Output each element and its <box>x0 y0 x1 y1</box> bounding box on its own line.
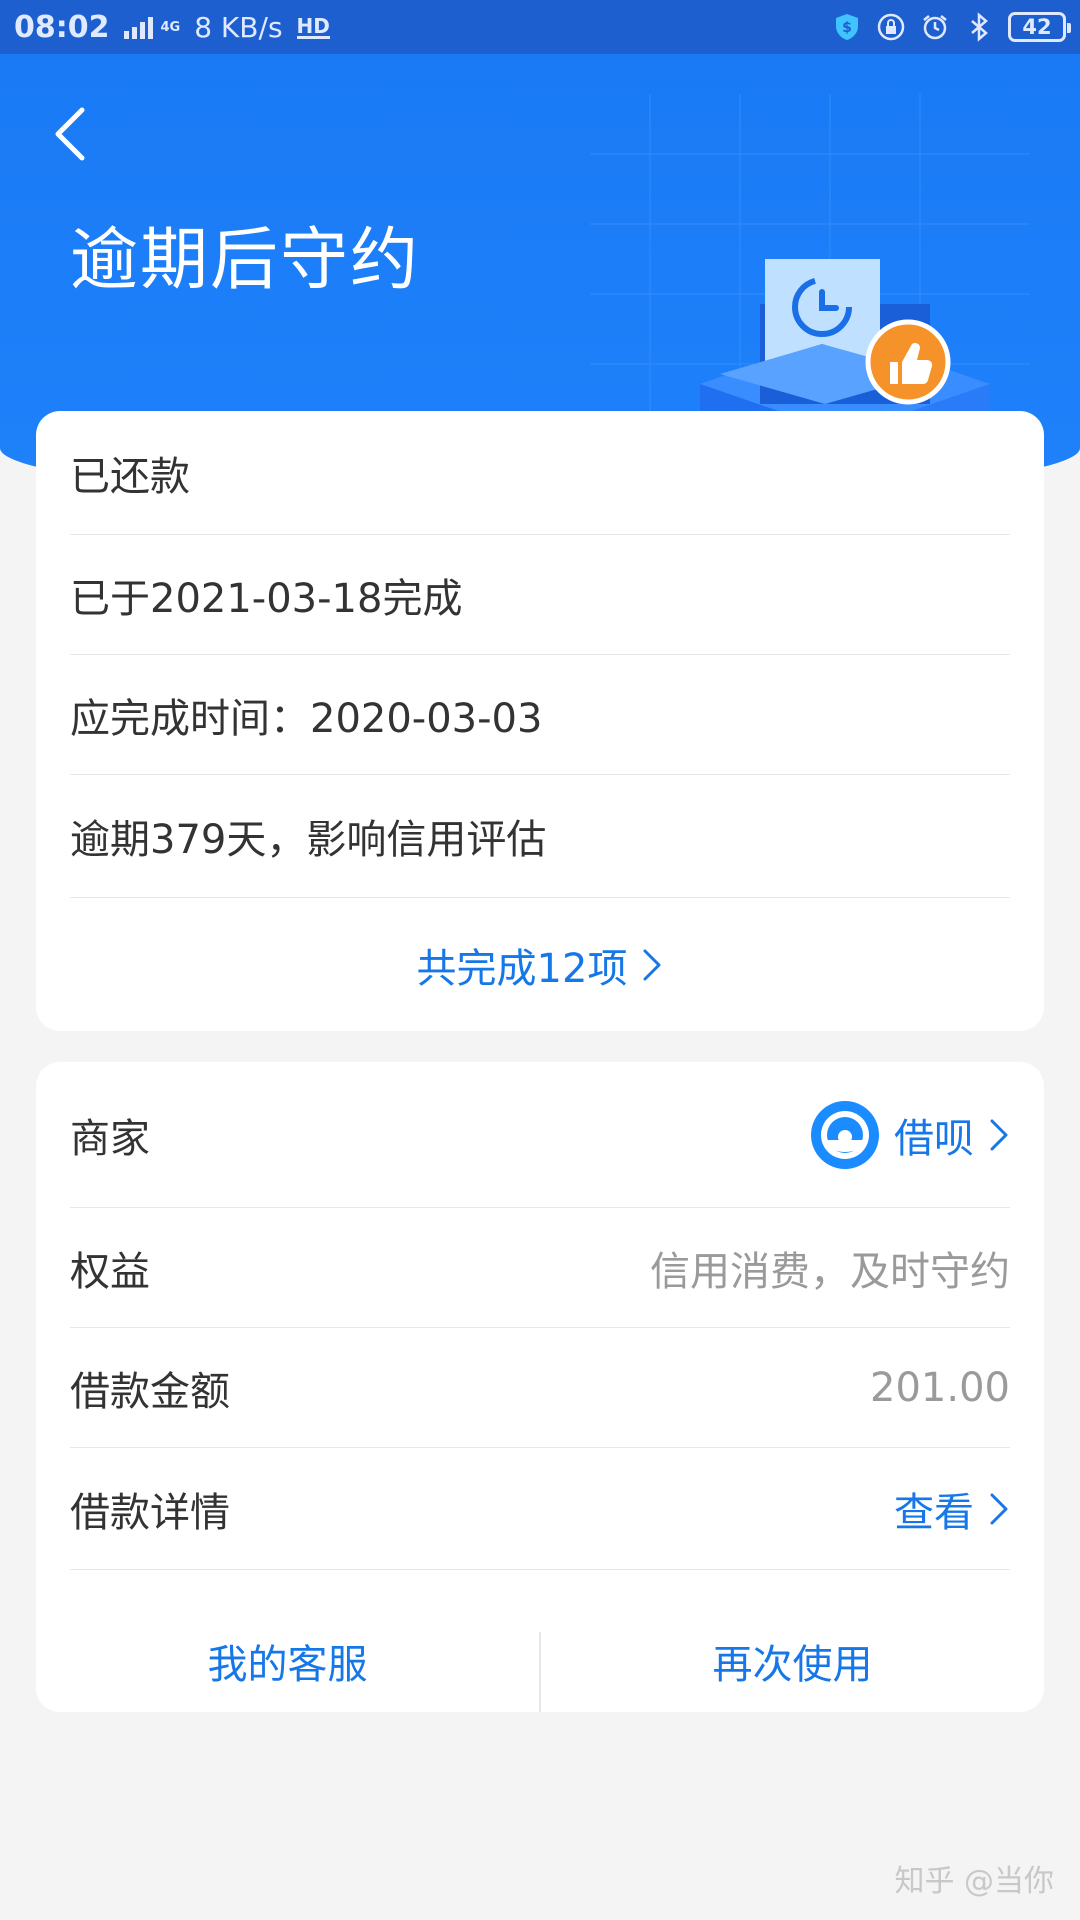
action-bar: 我的客服 再次使用 <box>36 1610 1044 1712</box>
battery-level: 42 <box>1022 15 1052 39</box>
page-title: 逾期后守约 <box>70 221 421 300</box>
use-again-button[interactable]: 再次使用 <box>541 1610 1044 1712</box>
hd-voice-icon: HD <box>296 13 330 39</box>
loan-amount-row: 借款金额 201.00 <box>70 1328 1010 1448</box>
view-details-label: 查看 <box>894 1489 974 1536</box>
due-date: 应完成时间：2020-03-03 <box>70 695 543 742</box>
back-button[interactable] <box>40 94 100 174</box>
status-bar: 08:02 4G 8 KB/s HD $ 42 <box>0 0 1080 54</box>
chevron-right-icon <box>643 949 661 980</box>
network-speed: 8 KB/s <box>194 10 283 44</box>
status-heading-row: 已还款 <box>70 411 1010 535</box>
watermark: 知乎 @当你 <box>894 1864 1054 1899</box>
merchant-row[interactable]: 商家 借呗 <box>70 1062 1010 1208</box>
completed-date: 已于2021-03-18完成 <box>70 575 463 622</box>
benefit-row: 权益 信用消费，及时守约 <box>70 1208 1010 1328</box>
loan-amount-label: 借款金额 <box>70 1368 230 1415</box>
benefit-label: 权益 <box>70 1248 150 1295</box>
merchant-value[interactable]: 借呗 <box>810 1100 1010 1170</box>
calendar-clock-thumbs-up-illustration <box>590 94 1030 464</box>
battery-icon: 42 <box>1008 12 1071 42</box>
chevron-right-icon <box>990 1493 1008 1524</box>
loan-details-label: 借款详情 <box>70 1489 230 1536</box>
customer-service-button[interactable]: 我的客服 <box>36 1610 539 1712</box>
alarm-icon <box>923 15 947 40</box>
lock-rotation-icon <box>877 13 905 41</box>
chevron-left-icon <box>55 107 85 161</box>
details-card: 商家 借呗 权益 信用消费，及时守约 借款金额 201.00 借款详情 查看 我… <box>36 1062 1044 1712</box>
loan-amount-value: 201.00 <box>870 1364 1010 1411</box>
benefit-value: 信用消费，及时守约 <box>650 1248 1010 1295</box>
overdue-notice: 逾期379天，影响信用评估 <box>70 817 547 863</box>
status-card: 已还款 已于2021-03-18完成 应完成时间：2020-03-03 逾期37… <box>36 411 1044 1031</box>
shield-dollar-icon: $ <box>836 14 858 40</box>
loan-details-row[interactable]: 借款详情 查看 <box>70 1448 1010 1570</box>
signal-icon <box>123 15 153 39</box>
completed-items-link[interactable]: 共完成12项 <box>36 898 1044 1031</box>
due-date-row: 应完成时间：2020-03-03 <box>70 655 1010 775</box>
customer-service-label: 我的客服 <box>207 1642 368 1688</box>
status-time: 08:02 <box>14 9 110 45</box>
svg-text:$: $ <box>842 20 852 36</box>
use-again-label: 再次使用 <box>712 1642 873 1688</box>
status-heading: 已还款 <box>70 453 190 500</box>
bluetooth-icon <box>971 12 988 42</box>
chevron-right-icon <box>990 1119 1008 1150</box>
network-type: 4G <box>160 19 181 35</box>
merchant-label: 商家 <box>70 1115 150 1162</box>
merchant-name: 借呗 <box>894 1115 974 1162</box>
completed-date-row: 已于2021-03-18完成 <box>70 535 1010 655</box>
jiebei-logo-icon <box>811 1100 879 1169</box>
completed-items-label: 共完成12项 <box>416 945 628 992</box>
view-details-link[interactable]: 查看 <box>894 1480 1010 1538</box>
overdue-row: 逾期379天，影响信用评估 <box>70 775 1010 898</box>
